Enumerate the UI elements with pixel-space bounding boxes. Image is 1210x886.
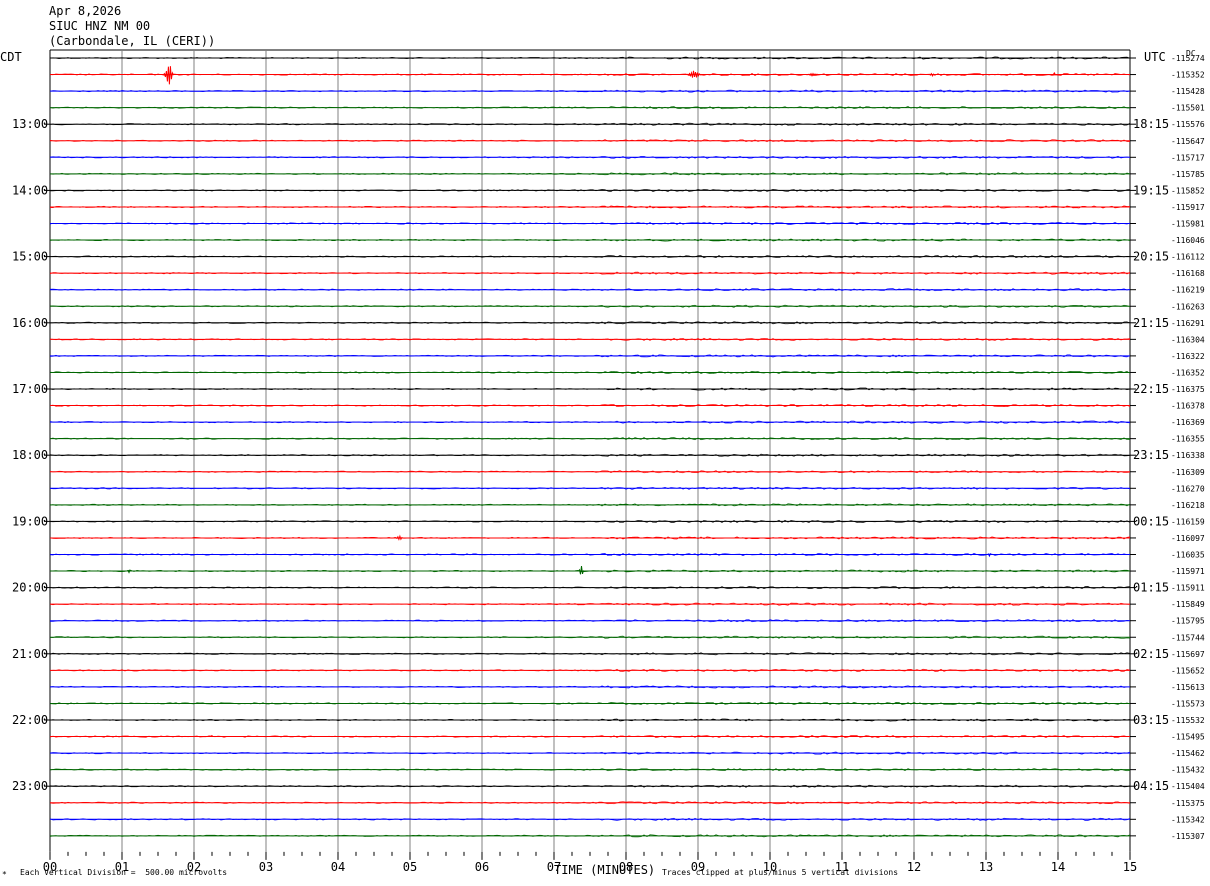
dc-offset-label: -116304	[1171, 335, 1205, 344]
dc-offset-label: -115785	[1171, 170, 1205, 179]
dc-offset-label: -116352	[1171, 368, 1205, 377]
cdt-hour-label: 20:00	[12, 581, 48, 595]
dc-offset-label: -115307	[1171, 832, 1205, 841]
dc-offset-label: -115495	[1171, 733, 1205, 742]
dc-offset-label: -115428	[1171, 87, 1205, 96]
dc-offset-label: -115404	[1171, 782, 1205, 791]
cdt-hour-label: 18:00	[12, 448, 48, 462]
x-tick-label: 13	[979, 860, 993, 874]
seismic-event-0	[163, 66, 174, 85]
dc-offset-label: -115911	[1171, 584, 1205, 593]
utc-hour-label: 18:15	[1133, 117, 1169, 131]
cdt-hour-label: 19:00	[12, 514, 48, 528]
dc-offset-label: -116218	[1171, 501, 1205, 510]
dc-offset-label: -115576	[1171, 120, 1205, 129]
trace-noise	[49, 370, 1131, 374]
dc-offset-label: -116378	[1171, 402, 1205, 411]
utc-hour-label: 02:15	[1133, 647, 1169, 661]
utc-hour-label: 01:15	[1133, 581, 1169, 595]
dc-offset-label: -116338	[1171, 451, 1205, 460]
seismic-event-3	[928, 72, 936, 77]
dc-offset-label: -116168	[1171, 269, 1205, 278]
cdt-hour-label: 22:00	[12, 713, 48, 727]
x-axis-title: TIME (MINUTES)	[554, 863, 656, 877]
dc-offset-label: -116112	[1171, 253, 1205, 262]
dc-offset-label: -115375	[1171, 799, 1205, 808]
dc-offset-label: -116035	[1171, 551, 1205, 560]
dc-offset-label: -116369	[1171, 418, 1205, 427]
trace-noise	[49, 354, 1131, 358]
dc-offset-label: -115849	[1171, 600, 1205, 609]
utc-hour-label: 00:15	[1133, 514, 1169, 528]
dc-offset-label: -115462	[1171, 749, 1205, 758]
dc-offset-label: -115501	[1171, 104, 1205, 113]
x-tick-label: 12	[907, 860, 921, 874]
dc-offset-label: -116375	[1171, 385, 1205, 394]
x-tick-label: 15	[1123, 860, 1137, 874]
x-tick-label: 14	[1051, 860, 1065, 874]
x-tick-label: 05	[403, 860, 417, 874]
cdt-hour-label: 15:00	[12, 250, 48, 264]
seismic-event-5	[394, 534, 404, 541]
dc-offset-label: -115717	[1171, 153, 1205, 162]
dc-offset-label: -116263	[1171, 302, 1205, 311]
dc-offset-label: -115744	[1171, 633, 1205, 642]
dc-offset-label: -115342	[1171, 815, 1205, 824]
x-tick-label: 03	[259, 860, 273, 874]
label-group: 00 01 02 03 04 05 06 07 08 09 10 11 12 13 14 15-115274-…	[12, 54, 1205, 874]
dc-offset-label: -115647	[1171, 137, 1205, 146]
utc-hour-label: 23:15	[1133, 448, 1169, 462]
x-tick-label: 04	[331, 860, 345, 874]
dc-offset-label: -116291	[1171, 319, 1205, 328]
clip-note: Traces clipped at plus/minus 5 vertical …	[662, 868, 899, 877]
dc-offset-label: -115795	[1171, 617, 1205, 626]
cdt-hour-label: 13:00	[12, 117, 48, 131]
dc-offset-label: -115652	[1171, 666, 1205, 675]
utc-hour-label: 03:15	[1133, 713, 1169, 727]
cdt-hour-label: 17:00	[12, 382, 48, 396]
dc-offset-label: -116355	[1171, 435, 1205, 444]
utc-hour-label: 04:15	[1133, 779, 1169, 793]
dc-offset-label: -116219	[1171, 286, 1205, 295]
utc-hour-label: 20:15	[1133, 250, 1169, 264]
dc-offset-label: -115532	[1171, 716, 1205, 725]
dc-offset-label: -116097	[1171, 534, 1205, 543]
x-tick-label: 06	[475, 860, 489, 874]
dc-offset-label: -115917	[1171, 203, 1205, 212]
helicorder-plot: 00 01 02 03 04 05 06 07 08 09 10 11 12 13 14 15-115274-…	[12, 49, 1205, 874]
dc-offset-label: -115852	[1171, 186, 1205, 195]
dc-offset-label: -116270	[1171, 484, 1205, 493]
cdt-hour-label: 21:00	[12, 647, 48, 661]
dc-offset-label: -116322	[1171, 352, 1205, 361]
utc-hour-label: 22:15	[1133, 382, 1169, 396]
utc-hour-label: 21:15	[1133, 316, 1169, 330]
utc-hour-label: 19:15	[1133, 183, 1169, 197]
dc-offset-label: -115573	[1171, 699, 1205, 708]
cdt-hour-label: 23:00	[12, 779, 48, 793]
trace-noise	[49, 238, 1131, 242]
dc-offset-label: -115613	[1171, 683, 1205, 692]
trace-group	[44, 56, 1136, 838]
dc-offset-label: -116046	[1171, 236, 1205, 245]
seismic-event-1	[686, 70, 702, 78]
dc-offset-label: -115697	[1171, 650, 1205, 659]
dc-offset-label: -115274	[1171, 54, 1205, 63]
cdt-hour-label: 16:00	[12, 316, 48, 330]
dc-offset-label: -116309	[1171, 468, 1205, 477]
trace-noise	[49, 519, 1131, 523]
cdt-hour-label: 14:00	[12, 183, 48, 197]
dc-offset-label: -115971	[1171, 567, 1205, 576]
corner-mark: *	[2, 870, 7, 879]
scale-note: Each Vertical Division = 500.00 microvol…	[20, 868, 228, 877]
dc-offset-label: -116159	[1171, 517, 1205, 526]
seismic-event-7	[578, 566, 584, 575]
dc-offset-label: -115352	[1171, 71, 1205, 80]
dc-offset-label: -115432	[1171, 766, 1205, 775]
dc-offset-label: -115981	[1171, 220, 1205, 229]
